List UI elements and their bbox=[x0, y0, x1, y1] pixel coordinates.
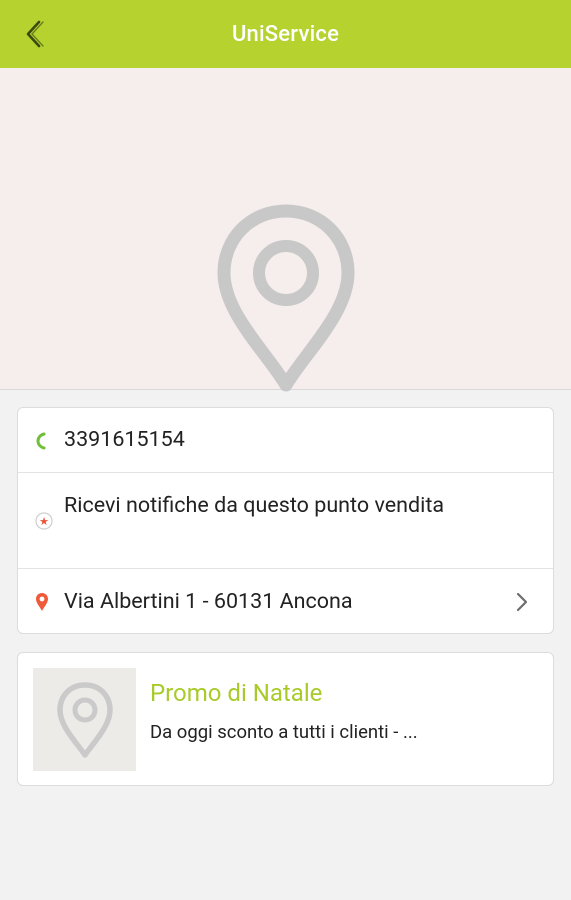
store-info-card: 3391615154 ★ Ricevi notifiche da questo … bbox=[17, 407, 554, 634]
map-pin-icon bbox=[217, 204, 355, 392]
chevron-right-icon bbox=[516, 592, 528, 612]
promo-thumbnail bbox=[33, 668, 136, 771]
location-pin-icon bbox=[36, 593, 48, 611]
page-title: UniService bbox=[231, 21, 340, 47]
address-row[interactable]: Via Albertini 1 - 60131 Ancona bbox=[18, 569, 553, 635]
promo-description: Da oggi sconto a tutti i clienti - ... bbox=[150, 721, 418, 743]
chevron-left-icon bbox=[26, 20, 44, 48]
promo-title: Promo di Natale bbox=[150, 679, 323, 707]
promo-card[interactable]: Promo di Natale Da oggi sconto a tutti i… bbox=[17, 652, 554, 786]
store-image-placeholder bbox=[0, 68, 571, 392]
phone-icon bbox=[36, 432, 46, 450]
map-pin-icon bbox=[56, 681, 113, 758]
svg-text:★: ★ bbox=[39, 515, 49, 528]
notifications-row[interactable]: ★ Ricevi notifiche da questo punto vendi… bbox=[18, 473, 553, 569]
back-button[interactable] bbox=[14, 14, 54, 54]
address-text: Via Albertini 1 - 60131 Ancona bbox=[64, 589, 353, 614]
app-bar: UniService bbox=[0, 0, 571, 68]
star-badge-icon: ★ bbox=[35, 512, 53, 530]
phone-number: 3391615154 bbox=[64, 427, 185, 452]
notifications-label: Ricevi notifiche da questo punto vendita bbox=[64, 493, 445, 518]
phone-row[interactable]: 3391615154 bbox=[18, 408, 553, 473]
